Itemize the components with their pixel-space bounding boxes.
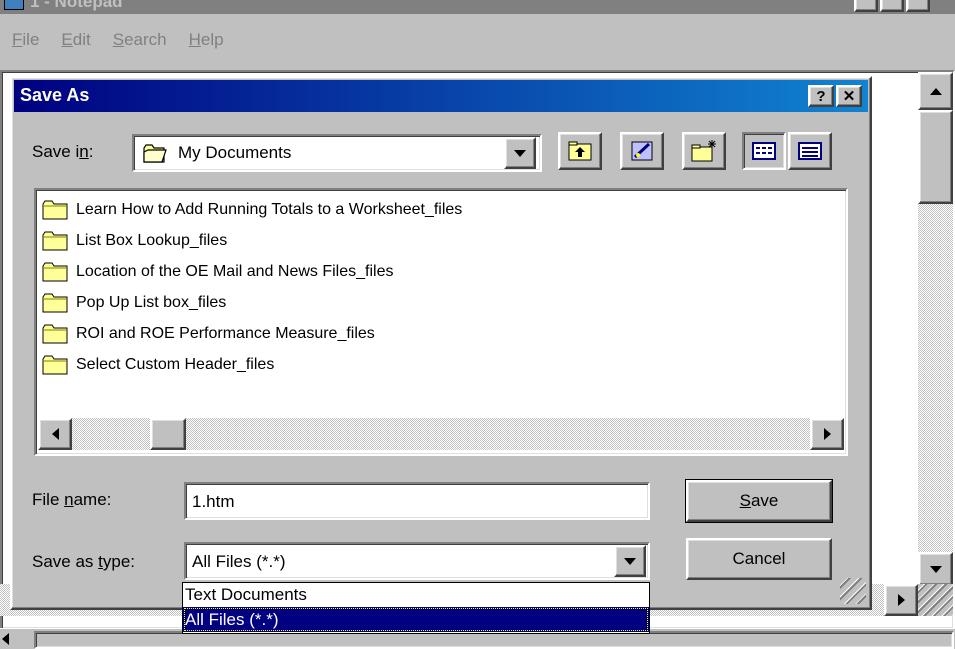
menu-help[interactable]: Help — [189, 30, 224, 50]
notepad-maximize-button[interactable] — [880, 0, 904, 12]
desktop-icon — [631, 141, 653, 161]
folder-icon — [42, 293, 68, 313]
list-item[interactable]: Learn How to Add Running Totals to a Wor… — [38, 194, 844, 225]
scroll-down-button[interactable] — [918, 552, 953, 586]
file-name-text: ROI and ROE Performance Measure_files — [76, 324, 375, 342]
notepad-close-button[interactable] — [906, 0, 930, 12]
option-all-files[interactable]: All Files (*.*) — [183, 607, 649, 632]
scroll-right-button[interactable] — [810, 418, 844, 450]
file-name-text: Location of the OE Mail and News Files_f… — [76, 262, 394, 280]
notepad-title: 1 - Notepad — [30, 0, 123, 11]
folder-icon — [42, 355, 68, 375]
list-item[interactable]: Pop Up List box_files — [38, 287, 844, 318]
file-list[interactable]: Learn How to Add Running Totals to a Wor… — [34, 188, 848, 456]
scroll-up-button[interactable] — [918, 72, 953, 110]
folder-open-icon — [142, 142, 168, 163]
file-list-items: Learn How to Add Running Totals to a Wor… — [38, 194, 844, 380]
list-view-icon — [752, 142, 776, 160]
file-name-text: Pop Up List box_files — [76, 293, 227, 311]
list-item[interactable]: Location of the OE Mail and News Files_f… — [38, 256, 844, 287]
dialog-size-grip[interactable] — [840, 578, 866, 604]
notepad-vertical-scrollbar[interactable] — [918, 72, 953, 616]
file-name-value: 1.htm — [192, 492, 235, 511]
file-name-text: Select Custom Header_files — [76, 355, 275, 373]
save-in-value: My Documents — [178, 143, 292, 162]
close-icon: ✕ — [842, 87, 856, 105]
view-desktop-button[interactable] — [620, 132, 664, 170]
folder-icon — [42, 262, 68, 282]
menu-file[interactable]: File — [12, 30, 39, 50]
save-in-dropdown-button[interactable] — [504, 137, 536, 169]
notepad-app-icon — [4, 0, 24, 10]
close-button[interactable]: ✕ — [836, 85, 862, 107]
file-list-scroll-thumb[interactable] — [150, 418, 186, 450]
file-name-label: File name: — [32, 490, 112, 509]
list-view-button[interactable] — [742, 132, 786, 170]
details-view-icon — [798, 142, 822, 160]
status-arrow-icon — [2, 633, 9, 645]
save-button[interactable]: Save — [685, 479, 833, 523]
create-new-folder-button[interactable] — [682, 132, 726, 170]
details-view-button[interactable] — [788, 132, 832, 170]
scroll-left-button[interactable] — [38, 418, 72, 450]
save-type-options-list[interactable]: Text Documents All Files (*.*) — [182, 582, 650, 634]
save-in-label: Save in: — [32, 142, 94, 161]
save-in-dropdown[interactable]: My Documents — [132, 134, 542, 172]
file-name-text: Learn How to Add Running Totals to a Wor… — [76, 200, 463, 218]
folder-icon — [42, 200, 68, 220]
list-item[interactable]: ROI and ROE Performance Measure_files — [38, 318, 844, 349]
up-folder-icon — [568, 141, 592, 161]
notepad-minimize-button[interactable] — [854, 0, 878, 12]
dialog-titlebar: Save As ? ✕ — [14, 80, 868, 112]
menu-search[interactable]: Search — [113, 30, 167, 50]
cancel-button-label: Cancel — [732, 549, 786, 568]
size-grip[interactable] — [918, 584, 953, 616]
folder-icon — [42, 324, 68, 344]
notepad-menubar: File Edit Search Help — [0, 20, 224, 60]
save-as-dialog: Save As ? ✕ Save in: My Documents Learn … — [10, 76, 872, 610]
menu-edit[interactable]: Edit — [61, 30, 90, 50]
dialog-title: Save As — [20, 85, 90, 105]
save-type-label: Save as type: — [32, 552, 136, 571]
list-item[interactable]: Select Custom Header_files — [38, 349, 844, 380]
save-button-label: Save — [739, 491, 779, 510]
file-list-horizontal-scrollbar[interactable] — [38, 418, 844, 450]
scroll-right-button[interactable] — [884, 584, 918, 616]
file-name-text: List Box Lookup_files — [76, 231, 228, 249]
chevron-down-icon — [514, 149, 526, 157]
save-type-dropdown[interactable]: All Files (*.*) — [184, 542, 650, 580]
file-name-input[interactable]: 1.htm — [184, 482, 650, 520]
new-folder-icon — [691, 140, 716, 162]
chevron-down-icon — [624, 557, 636, 565]
save-type-value: All Files (*.*) — [192, 552, 286, 571]
option-text-documents[interactable]: Text Documents — [183, 583, 649, 607]
up-one-level-button[interactable] — [558, 132, 602, 170]
save-type-dropdown-button[interactable] — [614, 545, 646, 577]
folder-icon — [42, 231, 68, 251]
list-item[interactable]: List Box Lookup_files — [38, 225, 844, 256]
notepad-titlebar: 1 - Notepad — [0, 0, 955, 14]
cancel-button[interactable]: Cancel — [686, 538, 832, 580]
scroll-thumb[interactable] — [918, 110, 953, 204]
help-icon: ? — [816, 87, 826, 105]
help-button[interactable]: ? — [808, 85, 834, 107]
